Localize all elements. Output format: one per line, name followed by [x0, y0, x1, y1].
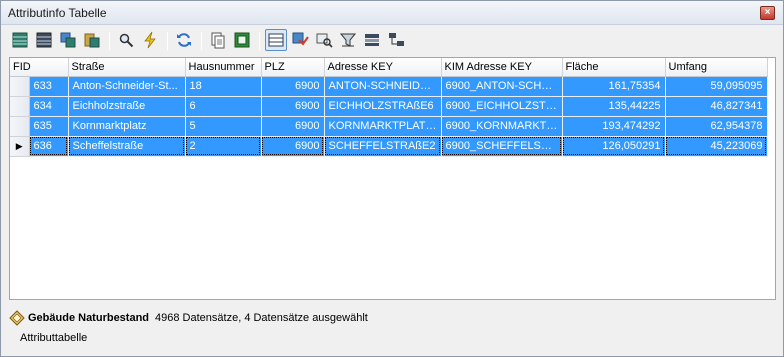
cell-umfang[interactable]: 62,954378: [665, 116, 768, 137]
zoom-icon[interactable]: [115, 29, 137, 51]
column-header-fid[interactable]: FID: [10, 58, 69, 77]
copy-table-icon[interactable]: [57, 29, 79, 51]
table-select-all-icon[interactable]: [9, 29, 31, 51]
toolbar-separator: [259, 32, 260, 50]
cell-adresse-key[interactable]: SCHEFFELSTRAßE2: [324, 136, 442, 157]
cell-umfang[interactable]: 46,827341: [665, 96, 768, 117]
cell-strasse[interactable]: Kornmarktplatz: [68, 116, 186, 137]
attribute-table[interactable]: FID Straße Hausnummer PLZ Adresse KEY KI…: [9, 57, 776, 300]
cell-kim-adresse-key[interactable]: 6900_EICHHOLZSTR...: [441, 96, 563, 117]
cell-fid[interactable]: 634: [29, 96, 69, 117]
column-header-kim-adresse-key[interactable]: KIM Adresse KEY: [441, 58, 563, 77]
cell-adresse-key[interactable]: KORNMARKTPLATZ5: [324, 116, 442, 137]
layer-name: Gebäude Naturbestand: [28, 312, 150, 324]
cell-fid[interactable]: 635: [29, 116, 69, 137]
cell-strasse[interactable]: Scheffelstraße: [68, 136, 186, 157]
field-layout-icon[interactable]: [265, 29, 287, 51]
column-header-plz[interactable]: PLZ: [261, 58, 325, 77]
cell-hausnummer[interactable]: 2: [185, 136, 262, 157]
cell-fid[interactable]: 633: [29, 76, 69, 97]
cell-plz[interactable]: 6900: [261, 136, 325, 157]
current-row-marker[interactable]: ▶: [10, 136, 30, 157]
cell-hausnummer[interactable]: 18: [185, 76, 262, 97]
toolbar: [5, 27, 781, 55]
cell-kim-adresse-key[interactable]: 6900_ANTON-SCHN...: [441, 76, 563, 97]
cell-plz[interactable]: 6900: [261, 116, 325, 137]
cell-fid[interactable]: 636: [29, 136, 69, 157]
toolbar-separator: [201, 32, 202, 50]
record-summary: 4968 Datensätze, 4 Datensätze ausgewählt: [155, 312, 368, 324]
cell-adresse-key[interactable]: EICHHOLZSTRAßE6: [324, 96, 442, 117]
column-header-hausnummer[interactable]: Hausnummer: [185, 58, 262, 77]
title-bar[interactable]: Attributinfo Tabelle ×: [1, 1, 783, 25]
refresh-icon[interactable]: [173, 29, 195, 51]
cell-hausnummer[interactable]: 5: [185, 116, 262, 137]
flash-icon[interactable]: [139, 29, 161, 51]
column-header-strasse[interactable]: Straße: [68, 58, 186, 77]
column-header-umfang[interactable]: Umfang: [665, 58, 768, 77]
cell-flaeche[interactable]: 126,050291: [562, 136, 666, 157]
column-header-flaeche[interactable]: Fläche: [562, 58, 666, 77]
row-selector[interactable]: [10, 96, 30, 117]
close-button[interactable]: ×: [760, 6, 775, 20]
row-selector[interactable]: [10, 116, 30, 137]
attribute-table-window: Attributinfo Tabelle × FID Straße Hausnu…: [0, 0, 784, 357]
cell-umfang[interactable]: 59,095095: [665, 76, 768, 97]
relation-icon[interactable]: [385, 29, 407, 51]
funnel-icon[interactable]: [337, 29, 359, 51]
cell-adresse-key[interactable]: ANTON-SCHNEIDER...: [324, 76, 442, 97]
cell-flaeche[interactable]: 135,44225: [562, 96, 666, 117]
cell-kim-adresse-key[interactable]: 6900_SCHEFFELSTR...: [441, 136, 563, 157]
cell-strasse[interactable]: Anton-Schneider-St...: [68, 76, 186, 97]
tab-attributtabelle[interactable]: Attributtabelle: [20, 332, 87, 344]
cell-umfang[interactable]: 45,223069: [665, 136, 768, 157]
toolbar-separator: [109, 32, 110, 50]
cell-kim-adresse-key[interactable]: 6900_KORNMARKTP...: [441, 116, 563, 137]
row-selector[interactable]: [10, 76, 30, 97]
table-icon[interactable]: [33, 29, 55, 51]
paste-table-icon[interactable]: [81, 29, 103, 51]
filter-table-icon[interactable]: [289, 29, 311, 51]
table-header-row: FID Straße Hausnummer PLZ Adresse KEY KI…: [10, 58, 768, 77]
search-table-icon[interactable]: [313, 29, 335, 51]
table-row[interactable]: 635 Kornmarktplatz 5 6900 KORNMARKTPLATZ…: [10, 116, 768, 137]
table-row[interactable]: 633 Anton-Schneider-St... 18 6900 ANTON-…: [10, 76, 768, 97]
column-header-adresse-key[interactable]: Adresse KEY: [324, 58, 442, 77]
cell-plz[interactable]: 6900: [261, 96, 325, 117]
document-icon[interactable]: [207, 29, 229, 51]
list-icon[interactable]: [361, 29, 383, 51]
window-title: Attributinfo Tabelle: [8, 6, 107, 20]
layer-polygon-icon: [9, 310, 25, 326]
export-icon[interactable]: [231, 29, 253, 51]
cell-plz[interactable]: 6900: [261, 76, 325, 97]
cell-flaeche[interactable]: 161,75354: [562, 76, 666, 97]
table-row[interactable]: ▶ 636 Scheffelstraße 2 6900 SCHEFFELSTRA…: [10, 136, 768, 157]
cell-hausnummer[interactable]: 6: [185, 96, 262, 117]
cell-strasse[interactable]: Eichholzstraße: [68, 96, 186, 117]
toolbar-separator: [167, 32, 168, 50]
status-bar: Gebäude Naturbestand 4968 Datensätze, 4 …: [9, 308, 776, 328]
cell-flaeche[interactable]: 193,474292: [562, 116, 666, 137]
table-row[interactable]: 634 Eichholzstraße 6 6900 EICHHOLZSTRAßE…: [10, 96, 768, 117]
